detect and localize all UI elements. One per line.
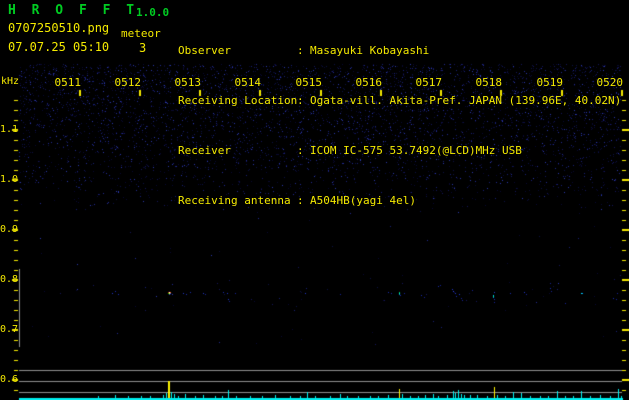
info-row-antenna: Receiving antenna: A504HB(yagi 4el) [178, 195, 628, 207]
x-axis-label: 0513 [174, 76, 202, 89]
info-colon: : [297, 194, 304, 207]
info-row-location: Receiving Location: Ogata-vill. Akita-Pre… [178, 95, 628, 107]
info-label: Receiver [178, 144, 231, 157]
x-axis-label: 0514 [234, 76, 262, 89]
x-axis-label: 0517 [415, 76, 443, 89]
station-info-block: Observer: Masayuki Kobayashi Receiving Lo… [178, 7, 628, 245]
y-axis-label: 1.1 [0, 124, 19, 135]
output-filename: 0707250510.png [8, 21, 110, 35]
info-value: A504HB(yagi 4el) [310, 194, 416, 207]
info-value: Masayuki Kobayashi [310, 44, 430, 57]
y-axis-label: 0.6 [0, 374, 19, 385]
info-row-receiver: Receiver: ICOM IC-575 53.7492(@LCD)MHz US… [178, 145, 628, 157]
app-title: H R O F F T [8, 3, 139, 18]
app-version: 1.0.0 [136, 6, 170, 19]
info-value: Ogata-vill. Akita-Pref. JAPAN (139.96E, … [310, 94, 622, 107]
y-axis-label: 0.9 [0, 224, 19, 235]
info-row-observer: Observer: Masayuki Kobayashi [178, 45, 628, 57]
y-axis-label: 1.0 [0, 174, 19, 185]
info-label: Observer [178, 44, 231, 57]
info-colon: : [297, 44, 304, 57]
observation-datetime: 07.07.25 05:10 [8, 40, 110, 54]
y-axis-unit-label: kHz [1, 76, 20, 87]
x-axis-label: 0512 [114, 76, 142, 89]
x-axis-label: 0515 [295, 76, 323, 89]
x-axis-label: 0520 [596, 76, 624, 89]
mode-label: meteor [121, 27, 161, 40]
meteor-count: 3 [139, 41, 147, 55]
info-colon: : [297, 94, 304, 107]
x-axis-label: 0519 [536, 76, 564, 89]
info-label: Receiving antenna [178, 194, 291, 207]
y-axis-label: 0.8 [0, 274, 19, 285]
x-axis-label: 0516 [355, 76, 383, 89]
hrofft-output-image: H R O F F T 1.0.0 0707250510.png meteor … [0, 0, 629, 400]
x-axis-label: 0518 [475, 76, 503, 89]
info-value: ICOM IC-575 53.7492(@LCD)MHz USB [310, 144, 522, 157]
x-axis-label: 0511 [54, 76, 82, 89]
info-label: Receiving Location [178, 94, 298, 107]
info-colon: : [297, 144, 304, 157]
y-axis-label: 0.7 [0, 324, 19, 335]
